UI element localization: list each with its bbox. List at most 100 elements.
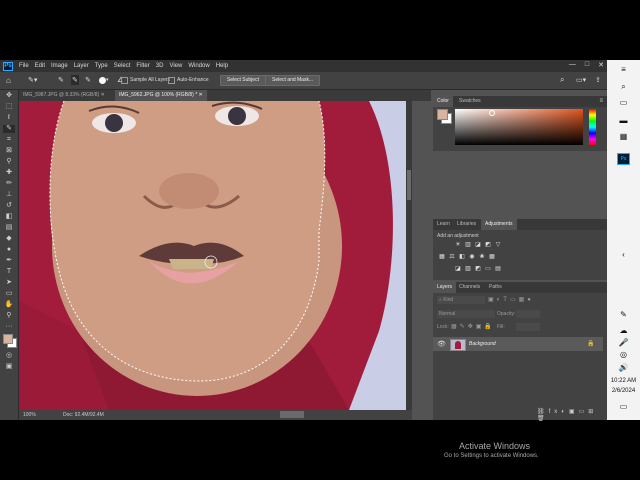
exposure-icon[interactable]: ◩ xyxy=(485,242,491,248)
tab-img-5987[interactable]: IMG_5987.JPG @ 8.33% (RGB/8) ✕ xyxy=(19,90,109,101)
posterize-icon[interactable]: ▨ xyxy=(465,266,471,272)
color-picker-handle[interactable] xyxy=(489,110,495,116)
network-icon[interactable]: ◎ xyxy=(607,350,640,359)
path-selection-tool-icon[interactable]: ➤ xyxy=(3,279,15,287)
share-icon[interactable]: ⇪ xyxy=(595,75,601,85)
hue-slider[interactable] xyxy=(589,109,596,145)
quick-selection-tool-icon[interactable]: ✎ xyxy=(3,125,15,133)
zoom-tool-icon[interactable]: ⚲ xyxy=(3,312,15,320)
document-canvas[interactable] xyxy=(19,101,406,410)
quick-selection-tool-icon[interactable]: ✎▾ xyxy=(28,75,37,85)
panel-menu-icon[interactable]: ≡ xyxy=(599,96,603,107)
filter-kind-select[interactable]: ⌕ Kind xyxy=(437,296,485,304)
new-selection-brush-icon[interactable]: ✎ xyxy=(58,75,64,85)
healing-brush-tool-icon[interactable]: ✚ xyxy=(3,169,15,177)
menu-select[interactable]: Select xyxy=(114,63,131,69)
menu-file[interactable]: File xyxy=(19,63,29,69)
move-tool-icon[interactable]: ✥ xyxy=(3,92,15,100)
zoom-level[interactable]: 100% xyxy=(23,412,36,418)
horizontal-scroll-thumb[interactable] xyxy=(280,411,304,418)
eraser-tool-icon[interactable]: ◧ xyxy=(3,213,15,221)
fill-field[interactable] xyxy=(516,323,540,331)
menu-filter[interactable]: Filter xyxy=(136,63,149,69)
vertical-scrollbar[interactable] xyxy=(406,101,412,410)
frame-tool-icon[interactable]: ⊠ xyxy=(3,147,15,155)
onedrive-icon[interactable]: ☁ xyxy=(607,326,640,335)
menu-icon[interactable]: ≡ xyxy=(607,65,640,74)
layer-action-icons[interactable]: ⛓fx◐▣▭⊞🗑 xyxy=(537,408,607,422)
notifications-icon[interactable]: ▭ xyxy=(607,402,640,411)
marquee-tool-icon[interactable]: ⬚ xyxy=(3,103,15,111)
select-and-mask-button[interactable]: Select and Mask... xyxy=(265,74,321,86)
subtract-from-selection-brush-icon[interactable]: ✎ xyxy=(85,75,91,85)
menu-help[interactable]: Help xyxy=(216,63,228,69)
pen-tool-icon[interactable]: ✒ xyxy=(3,257,15,265)
tab-img-5962[interactable]: IMG_5962.JPG @ 100% (RGB/8) * ✕ xyxy=(115,90,207,101)
clock-date[interactable]: 2/6/2024 xyxy=(607,388,640,394)
menu-image[interactable]: Image xyxy=(51,63,68,69)
hand-tool-icon[interactable]: ✋ xyxy=(3,301,15,309)
tab-learn[interactable]: Learn xyxy=(433,219,454,230)
color-field[interactable] xyxy=(455,109,583,145)
tab-layers[interactable]: Layers xyxy=(433,282,457,293)
menu-edit[interactable]: Edit xyxy=(35,63,45,69)
dodge-tool-icon[interactable]: ● xyxy=(3,246,15,254)
photoshop-taskbar-icon[interactable]: Ps xyxy=(607,153,640,165)
select-subject-button[interactable]: Select Subject xyxy=(220,74,266,86)
menu-layer[interactable]: Layer xyxy=(74,63,89,69)
foreground-color-swatch[interactable] xyxy=(3,334,13,344)
microphone-icon[interactable]: 🎤 xyxy=(607,338,640,347)
selective-color-icon[interactable]: ▤ xyxy=(495,266,501,272)
close-button[interactable]: ✕ xyxy=(598,61,604,69)
brightness-contrast-icon[interactable]: ☀ xyxy=(455,242,461,248)
curves-icon[interactable]: ◪ xyxy=(475,242,481,248)
clone-stamp-tool-icon[interactable]: ⊥ xyxy=(3,191,15,199)
file-explorer-icon[interactable]: ▬ xyxy=(607,116,640,125)
foreground-color-chip[interactable] xyxy=(437,109,448,120)
layer-name[interactable]: Background xyxy=(469,341,496,347)
tab-swatches[interactable]: Swatches xyxy=(455,96,485,107)
type-tool-icon[interactable]: T xyxy=(3,268,15,276)
black-white-icon[interactable]: ◧ xyxy=(459,254,465,260)
layer-filter-icons[interactable]: ▣◐T▭▦● xyxy=(488,296,534,303)
blur-tool-icon[interactable]: ◆ xyxy=(3,235,15,243)
tab-color[interactable]: Color xyxy=(433,96,453,107)
brush-size-picker[interactable]: ▾ xyxy=(99,75,109,85)
tab-libraries[interactable]: Libraries xyxy=(453,219,480,230)
auto-enhance-option[interactable]: Auto-Enhance xyxy=(168,75,209,85)
channel-mixer-icon[interactable]: ❀ xyxy=(479,254,485,260)
workspace-icon[interactable]: ▭▾ xyxy=(576,75,586,85)
volume-icon[interactable]: 🔊 xyxy=(607,363,640,372)
minimize-button[interactable]: — xyxy=(569,61,576,69)
vibrance-icon[interactable]: ▽ xyxy=(495,242,501,248)
threshold-icon[interactable]: ◩ xyxy=(475,266,481,272)
gradient-tool-icon[interactable]: ▤ xyxy=(3,224,15,232)
hue-saturation-icon[interactable]: ▦ xyxy=(439,254,445,260)
invert-icon[interactable]: ◪ xyxy=(455,266,461,272)
color-swatches[interactable] xyxy=(0,334,18,350)
more-tools-icon[interactable]: ··· xyxy=(3,323,15,331)
add-to-selection-brush-icon[interactable]: ✎ xyxy=(71,75,79,85)
search-icon[interactable]: ⌕ xyxy=(607,82,640,92)
color-lookup-icon[interactable]: ▦ xyxy=(489,254,495,260)
color-balance-icon[interactable]: ⚖ xyxy=(449,254,455,260)
history-brush-tool-icon[interactable]: ↺ xyxy=(3,202,15,210)
quick-mask-icon[interactable]: ◎ xyxy=(3,352,15,360)
brush-tool-icon[interactable]: ✏ xyxy=(3,180,15,188)
widgets-icon[interactable]: ▦ xyxy=(607,132,640,141)
menu-view[interactable]: View xyxy=(169,63,182,69)
clock-time[interactable]: 10:22 AM xyxy=(607,378,640,384)
tab-channels[interactable]: Channels xyxy=(455,282,484,293)
gradient-map-icon[interactable]: ▭ xyxy=(485,266,491,272)
tab-paths[interactable]: Paths xyxy=(485,282,506,293)
tab-adjustments[interactable]: Adjustments xyxy=(481,219,517,230)
visibility-eye-icon[interactable]: 👁 xyxy=(437,340,446,348)
menu-type[interactable]: Type xyxy=(95,63,108,69)
lasso-tool-icon[interactable]: ℓ xyxy=(3,114,15,122)
pen-menu-icon[interactable]: ✎ xyxy=(607,310,640,319)
rectangle-tool-icon[interactable]: ▭ xyxy=(3,290,15,298)
eyedropper-tool-icon[interactable]: ⚲ xyxy=(3,158,15,166)
blend-mode-select[interactable]: Normal xyxy=(437,310,495,318)
task-view-icon[interactable]: ▭ xyxy=(607,98,640,107)
photo-filter-icon[interactable]: ◉ xyxy=(469,254,475,260)
